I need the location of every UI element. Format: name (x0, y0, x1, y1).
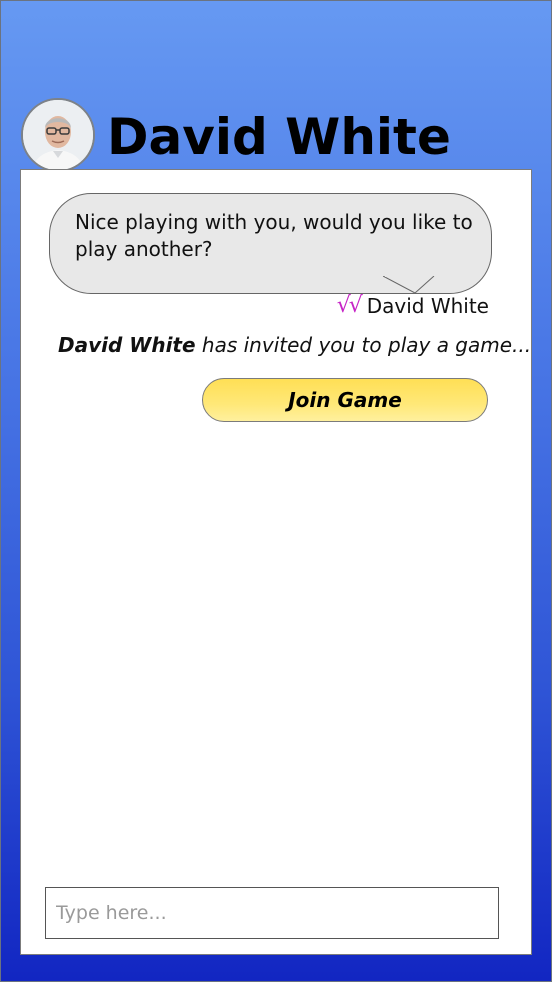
chat-panel: Nice playing with you, would you like to… (20, 169, 532, 955)
chat-window: David White Nice playing with you, would… (0, 0, 552, 982)
contact-name: David White (107, 108, 451, 166)
avatar[interactable] (21, 98, 95, 172)
join-game-button[interactable]: Join Game (202, 378, 488, 422)
invite-message: has invited you to play a game... (195, 333, 532, 357)
double-check-icon: √√ (336, 293, 363, 318)
message-sender: David White (366, 293, 489, 318)
message-meta: √√ David White (337, 293, 489, 318)
user-avatar-icon (23, 100, 93, 170)
invite-sender-name: David White (58, 333, 196, 357)
game-invite-text: David White has invited you to play a ga… (58, 333, 531, 357)
message-input[interactable] (45, 887, 499, 939)
bubble-tail-icon (383, 276, 435, 294)
